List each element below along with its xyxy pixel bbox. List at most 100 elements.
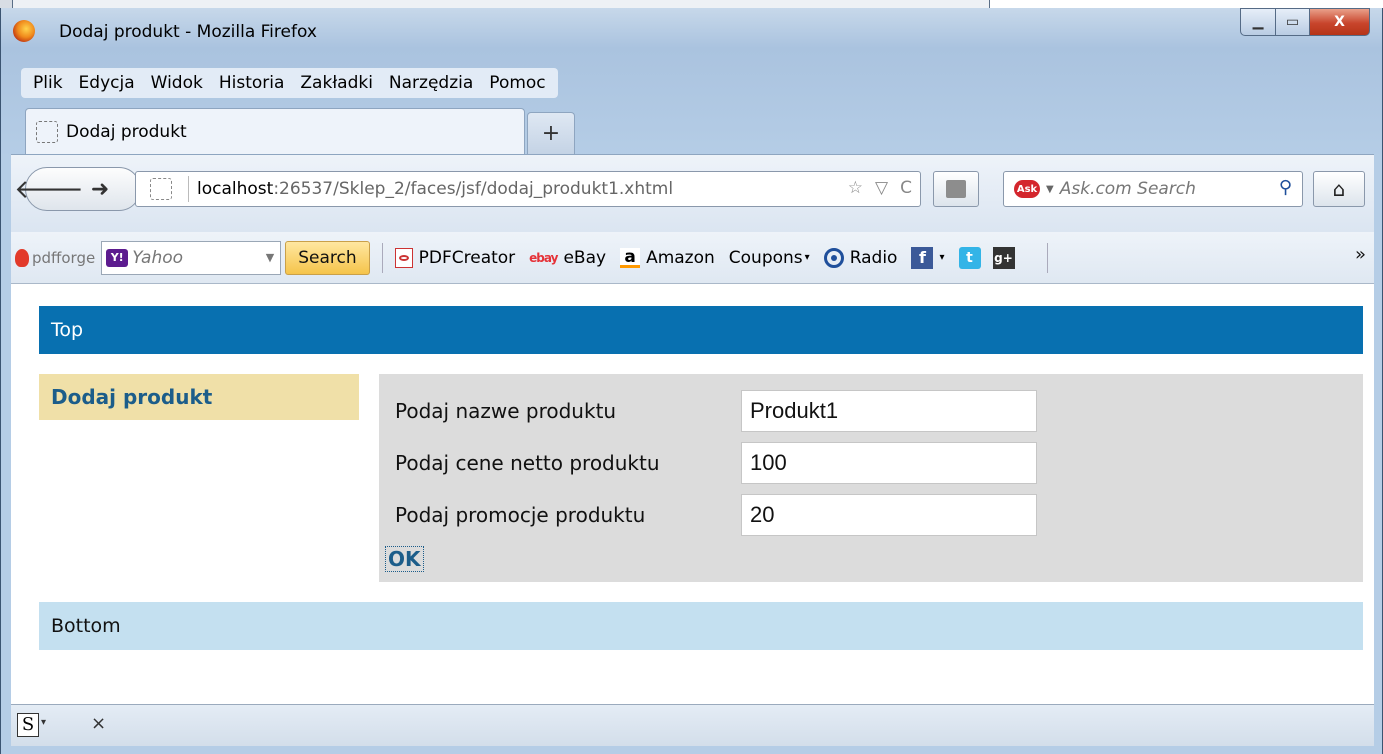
radio-icon xyxy=(823,247,844,268)
pdfforge-logo[interactable]: pdfforge xyxy=(15,248,96,267)
coupons-dropdown-icon: ▾ xyxy=(804,252,810,263)
minimize-icon: ▁ xyxy=(1252,14,1264,30)
back-forward-group: 🡐 ➜ xyxy=(14,167,141,211)
pdf-icon xyxy=(394,247,413,268)
twitter-button[interactable]: t xyxy=(958,246,987,269)
bookmark-label: Coupons xyxy=(728,247,803,268)
left-menu-link[interactable]: Dodaj produkt xyxy=(39,374,359,420)
search-engine-dropdown-icon[interactable]: ▼ xyxy=(1046,184,1054,195)
product-name-input[interactable] xyxy=(741,390,1037,432)
addon-bar: S ▾ × xyxy=(11,704,1374,746)
bookmarks-toolbar: pdfforge Y! Yahoo ▼ Search PDFCreator eb… xyxy=(11,232,1374,284)
bookmark-label: eBay xyxy=(563,247,607,268)
toolbar-separator xyxy=(381,242,383,273)
close-button[interactable]: X xyxy=(1310,8,1370,36)
ask-engine-icon[interactable]: Ask xyxy=(1014,180,1040,198)
addon-button[interactable] xyxy=(933,171,979,207)
browser-window: Dodaj produkt - Mozilla Firefox ▁ ▭ X Pl… xyxy=(0,8,1383,754)
url-bar-icons: ☆ ▽ C xyxy=(848,178,912,198)
window-title: Dodaj produkt - Mozilla Firefox xyxy=(59,22,317,42)
bookmark-label: Amazon xyxy=(646,247,715,268)
url-host: localhost xyxy=(197,179,274,199)
yahoo-search-input[interactable]: Yahoo xyxy=(132,248,266,268)
maximize-icon: ▭ xyxy=(1285,14,1300,30)
facebook-icon: f xyxy=(911,246,934,269)
history-dropdown-icon[interactable]: ▽ xyxy=(875,178,888,198)
amazon-icon: a xyxy=(620,247,641,268)
form-row-price: Podaj cene netto produktu xyxy=(395,442,1037,484)
search-icon[interactable]: ⚲ xyxy=(1279,177,1292,198)
page-icon xyxy=(36,120,58,143)
promo-label: Podaj promocje produktu xyxy=(395,503,646,527)
navigation-bar: 🡐 ➜ localhost:26537/Sklep_2/faces/jsf/do… xyxy=(11,154,1374,232)
product-form: Podaj nazwe produktu Podaj cene netto pr… xyxy=(379,374,1363,582)
addon-s-icon[interactable]: S xyxy=(17,713,39,737)
pdfforge-label: pdfforge xyxy=(32,248,96,267)
home-button[interactable]: ⌂ xyxy=(1313,171,1365,207)
form-row-name: Podaj nazwe produktu xyxy=(395,390,1037,432)
url-separator xyxy=(188,176,189,202)
site-identity-icon[interactable] xyxy=(150,178,172,200)
url-path: :26537/Sklep_2/faces/jsf/dodaj_produkt1.… xyxy=(273,179,674,199)
menu-historia[interactable]: Historia xyxy=(211,73,293,93)
search-box[interactable]: Ask ▼ Ask.com Search ⚲ xyxy=(1003,171,1303,207)
menu-plik[interactable]: Plik xyxy=(25,73,71,93)
new-tab-button[interactable]: + xyxy=(527,112,575,154)
bookmark-pdfcreator[interactable]: PDFCreator xyxy=(394,247,516,268)
bookmark-label: PDFCreator xyxy=(418,247,516,268)
search-input[interactable]: Ask.com Search xyxy=(1060,179,1196,199)
forward-button[interactable]: ➜ xyxy=(80,168,120,210)
menu-bar: Plik Edycja Widok Historia Zakładki Narz… xyxy=(21,68,558,98)
menu-pomoc[interactable]: Pomoc xyxy=(481,73,553,93)
yahoo-icon: Y! xyxy=(106,248,129,267)
menu-zakladki[interactable]: Zakładki xyxy=(292,73,381,93)
bookmark-coupons[interactable]: Coupons ▾ xyxy=(729,248,810,268)
yahoo-search-field[interactable]: Y! Yahoo ▼ xyxy=(101,240,282,275)
top-region: Top xyxy=(39,306,1363,354)
tab-label: Dodaj produkt xyxy=(66,121,187,142)
addon-icon xyxy=(946,180,966,198)
facebook-button[interactable]: f ▾ xyxy=(911,246,945,269)
facebook-dropdown-icon: ▾ xyxy=(939,252,945,263)
firefox-icon[interactable] xyxy=(13,20,35,42)
googleplus-icon: g+ xyxy=(992,246,1015,269)
menu-edycja[interactable]: Edycja xyxy=(71,73,143,93)
maximize-button[interactable]: ▭ xyxy=(1276,8,1310,36)
product-price-input[interactable] xyxy=(741,442,1037,484)
twitter-icon: t xyxy=(958,246,981,269)
form-row-promo: Podaj promocje produktu xyxy=(395,494,1037,536)
ebay-icon: ebay xyxy=(529,250,558,265)
menu-widok[interactable]: Widok xyxy=(143,73,211,93)
product-promo-input[interactable] xyxy=(741,494,1037,536)
bookmark-star-icon[interactable]: ☆ xyxy=(848,178,863,198)
reload-icon[interactable]: C xyxy=(900,178,912,198)
price-label: Podaj cene netto produktu xyxy=(395,451,660,475)
minimize-button[interactable]: ▁ xyxy=(1240,8,1276,36)
pdfforge-icon xyxy=(15,248,29,267)
yahoo-search-button[interactable]: Search xyxy=(285,240,370,275)
bottom-region: Bottom xyxy=(39,602,1363,650)
desktop-area xyxy=(990,0,1383,8)
bookmark-ebay[interactable]: ebay eBay xyxy=(529,248,606,268)
bookmark-radio[interactable]: Radio xyxy=(823,247,898,268)
url-bar[interactable]: localhost:26537/Sklep_2/faces/jsf/dodaj_… xyxy=(135,171,921,207)
bookmark-label: Radio xyxy=(849,247,898,268)
tab-dodaj-produkt[interactable]: Dodaj produkt xyxy=(25,108,525,154)
yahoo-dropdown-icon[interactable]: ▼ xyxy=(266,251,274,264)
addon-dropdown-icon[interactable]: ▾ xyxy=(41,717,46,728)
menu-narzedzia[interactable]: Narzędzia xyxy=(381,73,481,93)
window-controls: ▁ ▭ X xyxy=(1240,8,1370,42)
googleplus-button[interactable]: g+ xyxy=(992,246,1021,269)
close-icon: X xyxy=(1334,14,1345,30)
page-content: Top Dodaj produkt Podaj nazwe produktu P… xyxy=(11,284,1374,704)
close-addon-bar-icon[interactable]: × xyxy=(91,713,106,734)
forward-arrow-icon: ➜ xyxy=(90,176,110,202)
bookmark-amazon[interactable]: a Amazon xyxy=(620,247,715,268)
back-button[interactable]: 🡐 xyxy=(14,168,84,210)
ok-button[interactable]: OK xyxy=(385,546,424,572)
toolbar-separator xyxy=(1046,242,1048,273)
toolbar-overflow-chevron[interactable]: » xyxy=(1355,244,1366,265)
home-icon: ⌂ xyxy=(1332,177,1346,201)
name-label: Podaj nazwe produktu xyxy=(395,399,617,423)
back-arrow-icon: 🡐 xyxy=(14,174,84,205)
